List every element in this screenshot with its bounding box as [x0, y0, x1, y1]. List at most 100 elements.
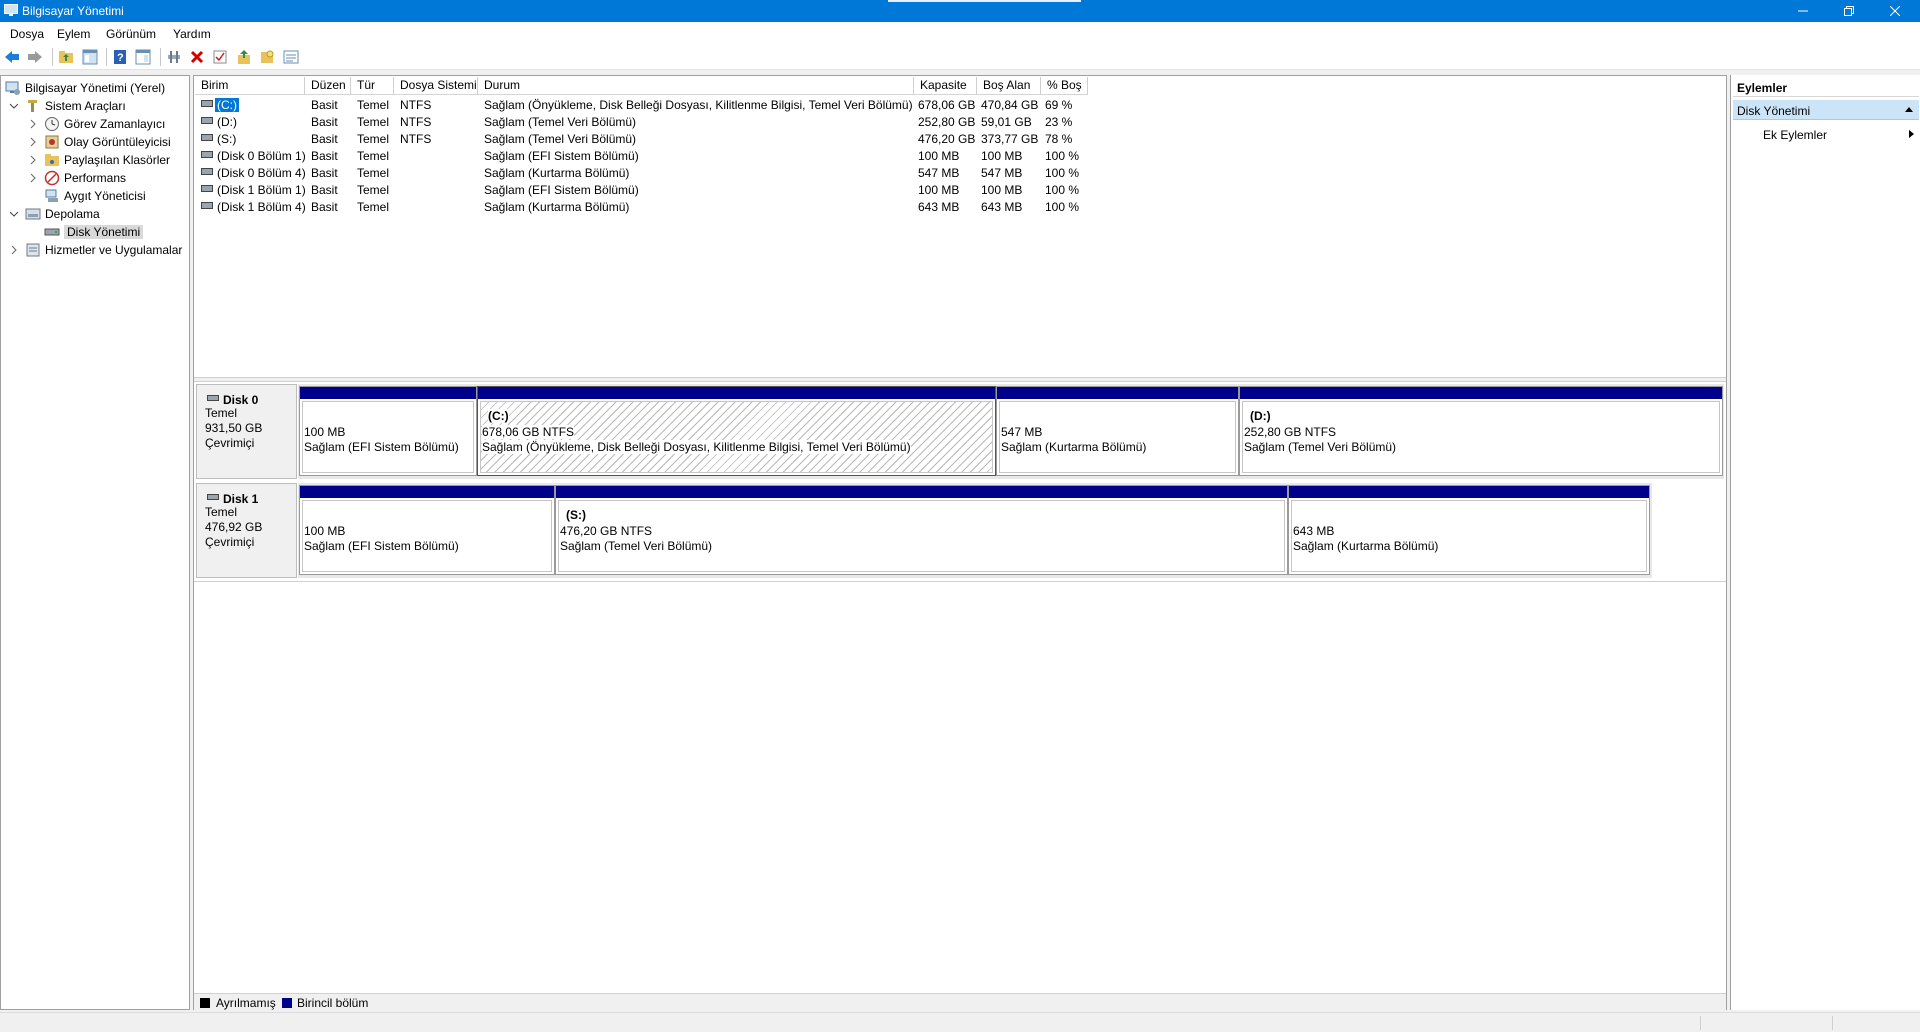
back-icon[interactable]: [4, 49, 20, 65]
legend-swatch-unallocated: [200, 998, 210, 1008]
new-icon[interactable]: [259, 49, 275, 65]
tree-item-system-tools[interactable]: Sistem Araçları: [9, 97, 126, 115]
delete-icon[interactable]: [189, 49, 205, 65]
actions-section-disk-management[interactable]: Disk Yönetimi: [1733, 100, 1919, 120]
volume-type: Temel: [357, 115, 390, 129]
chevron-down-icon[interactable]: [9, 209, 19, 219]
partition-disk0-recovery[interactable]: 547 MB Sağlam (Kurtarma Bölümü): [996, 386, 1239, 476]
volume-row[interactable]: (Disk 0 Bölüm 4) Basit Temel Sağlam (Kur…: [195, 164, 1535, 181]
partition-s[interactable]: (S:) 476,20 GB NTFS Sağlam (Temel Veri B…: [555, 485, 1288, 575]
partition-bar: [300, 387, 476, 399]
disk-type: Temel: [205, 406, 238, 420]
column-header-layout[interactable]: Düzen: [305, 77, 351, 95]
column-header-volume[interactable]: Birim: [195, 77, 305, 95]
properties-view-icon[interactable]: [135, 49, 151, 65]
restore-icon: [1844, 6, 1854, 16]
disk-1-label[interactable]: Disk 1 Temel 476,92 GB Çevrimiçi: [196, 483, 297, 578]
check-icon[interactable]: [212, 49, 228, 65]
chevron-right-icon[interactable]: [28, 137, 38, 147]
close-button[interactable]: [1872, 0, 1918, 22]
volume-type: Temel: [357, 200, 390, 214]
tree-item-task-scheduler[interactable]: Görev Zamanlayıcı: [28, 115, 165, 133]
volume-row[interactable]: (C:) Basit Temel NTFS Sağlam (Önyükleme,…: [195, 96, 1535, 113]
chevron-right-icon[interactable]: [9, 245, 19, 255]
chevron-right-icon[interactable]: [28, 155, 38, 165]
forward-icon[interactable]: [27, 49, 43, 65]
menu-action[interactable]: Eylem: [57, 27, 90, 41]
show-hide-tree-icon[interactable]: [82, 49, 98, 65]
connect-icon[interactable]: [166, 49, 182, 65]
volume-row[interactable]: (S:) Basit Temel NTFS Sağlam (Temel Veri…: [195, 130, 1535, 147]
volume-capacity: 100 MB: [918, 149, 960, 163]
column-header-free-space[interactable]: Boş Alan: [977, 77, 1041, 95]
chevron-right-icon[interactable]: [28, 119, 38, 129]
column-header-type[interactable]: Tür: [351, 77, 394, 95]
partition-status: Sağlam (Kurtarma Bölümü): [1293, 539, 1439, 553]
menu-bar: Dosya Eylem Görünüm Yardım: [0, 22, 1920, 44]
up-folder-icon[interactable]: [58, 49, 74, 65]
tools-icon: [28, 100, 37, 112]
volume-status: Sağlam (Kurtarma Bölümü): [484, 166, 630, 180]
disk-name: Disk 0: [223, 393, 259, 407]
volume-row[interactable]: (D:) Basit Temel NTFS Sağlam (Temel Veri…: [195, 113, 1535, 130]
tree-item-performance[interactable]: Performans: [28, 169, 126, 187]
volume-row[interactable]: (Disk 0 Bölüm 1) Basit Temel Sağlam (EFI…: [195, 147, 1535, 164]
partition-c[interactable]: (C:) 678,06 GB NTFS Sağlam (Önyükleme, D…: [477, 386, 996, 476]
tree-item-services-apps[interactable]: Hizmetler ve Uygulamalar: [9, 241, 182, 259]
disk-0-label[interactable]: Disk 0 Temel 931,50 GB Çevrimiçi: [196, 384, 297, 479]
volume-capacity: 252,80 GB: [918, 115, 976, 129]
column-header-filesystem[interactable]: Dosya Sistemi: [394, 77, 478, 95]
tree-item-event-viewer[interactable]: Olay Görüntüleyicisi: [28, 133, 171, 151]
partition-disk0-efi[interactable]: 100 MB Sağlam (EFI Sistem Bölümü): [299, 386, 477, 476]
partition-disk1-recovery[interactable]: 643 MB Sağlam (Kurtarma Bölümü): [1288, 485, 1650, 575]
partition-status: Sağlam (Önyükleme, Disk Belleği Dosyası,…: [482, 440, 911, 454]
partition-size: 100 MB: [304, 425, 346, 439]
help-icon[interactable]: ?: [112, 49, 128, 65]
menu-help[interactable]: Yardım: [173, 27, 211, 41]
menu-view[interactable]: Görünüm: [106, 27, 156, 41]
volume-layout: Basit: [311, 98, 338, 112]
tree-item-device-manager[interactable]: Aygıt Yöneticisi: [44, 187, 146, 205]
volume-name: (Disk 0 Bölüm 1): [217, 149, 306, 163]
disk-size: 931,50 GB: [205, 421, 263, 435]
column-header-status[interactable]: Durum: [478, 77, 914, 95]
column-header-capacity[interactable]: Kapasite: [914, 77, 977, 95]
tree-item-storage[interactable]: Depolama: [9, 205, 100, 223]
minimize-button[interactable]: [1780, 0, 1826, 22]
action-more-actions[interactable]: Ek Eylemler: [1763, 128, 1827, 142]
volume-name: (S:): [217, 132, 237, 146]
chevron-down-icon[interactable]: [9, 101, 19, 111]
volume-free-space: 470,84 GB: [981, 98, 1039, 112]
chevron-right-icon[interactable]: [28, 173, 38, 183]
volume-row[interactable]: (Disk 1 Bölüm 4) Basit Temel Sağlam (Kur…: [195, 198, 1535, 215]
column-header-percent-free[interactable]: % Boş: [1041, 77, 1088, 95]
tree-label: Sistem Araçları: [45, 99, 126, 113]
status-separator: [1832, 1016, 1833, 1030]
export-icon[interactable]: [236, 49, 252, 65]
tree-item-shared-folders[interactable]: Paylaşılan Klasörler: [28, 151, 170, 169]
collapse-up-icon: [1905, 107, 1913, 112]
volume-free-space: 59,01 GB: [981, 115, 1032, 129]
tree-item-disk-management[interactable]: Disk Yönetimi: [44, 223, 144, 241]
disk-name: Disk 1: [223, 492, 259, 506]
partition-bar: [997, 387, 1238, 399]
volume-type: Temel: [357, 132, 390, 146]
volume-free-space: 643 MB: [981, 200, 1023, 214]
disk-management-pane: Birim Düzen Tür Dosya Sistemi Durum Kapa…: [193, 75, 1727, 1011]
volume-row[interactable]: (Disk 1 Bölüm 1) Basit Temel Sağlam (EFI…: [195, 181, 1535, 198]
volume-type: Temel: [357, 98, 390, 112]
close-icon: [1890, 6, 1900, 16]
actions-section-label: Disk Yönetimi: [1737, 104, 1811, 118]
tree-item-root[interactable]: Bilgisayar Yönetimi (Yerel): [5, 79, 165, 97]
partition-disk1-efi[interactable]: 100 MB Sağlam (EFI Sistem Bölümü): [299, 485, 555, 575]
volume-filesystem: NTFS: [400, 132, 432, 146]
volume-filesystem: NTFS: [400, 115, 432, 129]
actions-pane: Eylemler Disk Yönetimi Ek Eylemler: [1730, 75, 1920, 1010]
partition-d[interactable]: (D:) 252,80 GB NTFS Sağlam (Temel Veri B…: [1239, 386, 1723, 476]
tree-label: Hizmetler ve Uygulamalar: [45, 243, 183, 257]
menu-file[interactable]: Dosya: [10, 27, 44, 41]
restore-button[interactable]: [1826, 0, 1872, 22]
tree-label: Paylaşılan Klasörler: [64, 153, 171, 167]
list-icon[interactable]: [283, 49, 299, 65]
volume-percent-free: 100 %: [1045, 166, 1080, 180]
